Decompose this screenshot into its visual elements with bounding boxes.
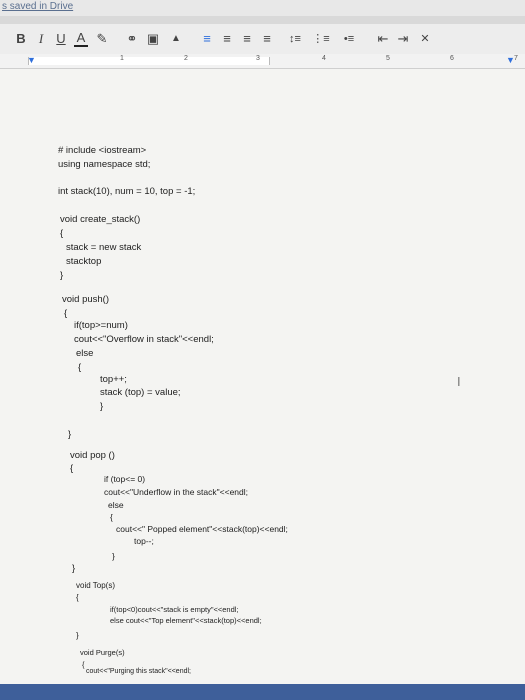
code-line: else xyxy=(76,348,94,359)
ruler-text-area xyxy=(28,57,270,65)
code-line: # include <iostream> xyxy=(58,145,147,156)
increase-indent-icon[interactable]: ⇥ xyxy=(396,29,410,49)
ruler-mark: 1 xyxy=(120,55,124,62)
code-line: void Purge(s) xyxy=(80,648,125,657)
decrease-indent-icon[interactable]: ⇤ xyxy=(376,29,390,49)
comment-icon[interactable]: ▣ xyxy=(146,29,160,49)
line-spacing-icon[interactable]: ↕≡ xyxy=(286,29,304,49)
ruler-mark: 5 xyxy=(386,55,390,62)
ruler[interactable]: ▼ ▼ 1 2 3 4 5 6 7 xyxy=(0,54,525,69)
format-toolbar: B I U A ✎ ⚭ ▣ ▲ ≡ ≡ ≡ ≡ ↕≡ ⋮≡ •≡ ⇤ ⇥ ✕ xyxy=(0,24,525,55)
code-line: { xyxy=(70,463,74,474)
code-line: { xyxy=(82,660,85,669)
code-line: } xyxy=(60,270,64,281)
highlight-icon[interactable]: ✎ xyxy=(95,29,109,49)
code-line: } xyxy=(68,429,72,440)
code-line: else xyxy=(108,500,124,510)
bullet-list-icon[interactable]: •≡ xyxy=(340,29,358,49)
ruler-mark: 4 xyxy=(322,55,326,62)
code-line: { xyxy=(60,228,64,239)
code-line: stacktop xyxy=(66,256,102,267)
code-line: if(top<0)cout<<"stack is empty"<<endl; xyxy=(110,605,239,614)
align-center-icon[interactable]: ≡ xyxy=(220,29,234,49)
code-line: cout<<"Overflow in stack"<<endl; xyxy=(74,334,214,345)
code-line: } xyxy=(76,631,79,640)
status-bar: s saved in Drive xyxy=(0,0,525,16)
code-line: if(top>=num) xyxy=(74,320,128,331)
text-color-button[interactable]: A xyxy=(74,29,88,47)
code-line: void pop () xyxy=(70,450,115,461)
image-icon[interactable]: ▲ xyxy=(168,29,184,49)
code-line: using namespace std; xyxy=(58,159,151,170)
code-line: void create_stack() xyxy=(60,214,141,225)
bold-button[interactable]: B xyxy=(14,29,28,49)
code-line: stack = new stack xyxy=(66,242,142,253)
code-line: void push() xyxy=(62,294,109,305)
code-line: { xyxy=(64,308,68,319)
numbered-list-icon[interactable]: ⋮≡ xyxy=(312,29,330,49)
indent-marker-icon[interactable]: ▼ xyxy=(27,55,36,65)
code-line: void Top(s) xyxy=(76,581,115,590)
ruler-mark: 2 xyxy=(184,55,188,62)
code-line: else cout<<"Top element"<<stack(top)<<en… xyxy=(110,616,262,625)
ruler-mark: 7 xyxy=(514,55,518,62)
code-line: stack (top) = value; xyxy=(100,387,181,398)
code-line: { xyxy=(76,593,79,602)
code-line: } xyxy=(100,401,104,412)
code-line: cout<<"Underflow in the stack"<<endl; xyxy=(104,487,249,497)
code-line: if (top<= 0) xyxy=(104,474,146,484)
text-cursor-icon: I xyxy=(457,374,461,389)
code-line: top--; xyxy=(134,536,154,546)
code-line: top++; xyxy=(100,374,127,385)
underline-button[interactable]: U xyxy=(54,29,68,49)
taskbar xyxy=(0,684,525,700)
code-line: cout<<" Popped element"<<stack(top)<<end… xyxy=(116,524,288,534)
clear-format-icon[interactable]: ✕ xyxy=(418,29,432,49)
justify-icon[interactable]: ≡ xyxy=(260,29,274,49)
document-page[interactable]: # include <iostream> using namespace std… xyxy=(0,69,525,684)
code-line: { xyxy=(110,512,113,522)
code-line: } xyxy=(112,551,115,561)
code-line: cout<<"Purging this stack"<<endl; xyxy=(86,668,191,675)
align-left-icon[interactable]: ≡ xyxy=(200,29,214,49)
italic-button[interactable]: I xyxy=(34,29,48,49)
ruler-mark: 3 xyxy=(256,55,260,62)
align-right-icon[interactable]: ≡ xyxy=(240,29,254,49)
code-line: int stack(10), num = 10, top = -1; xyxy=(58,186,196,197)
ruler-mark: 6 xyxy=(450,55,454,62)
link-icon[interactable]: ⚭ xyxy=(124,29,140,49)
code-line: { xyxy=(78,362,82,373)
save-status[interactable]: s saved in Drive xyxy=(2,1,73,12)
code-line: } xyxy=(72,563,76,574)
